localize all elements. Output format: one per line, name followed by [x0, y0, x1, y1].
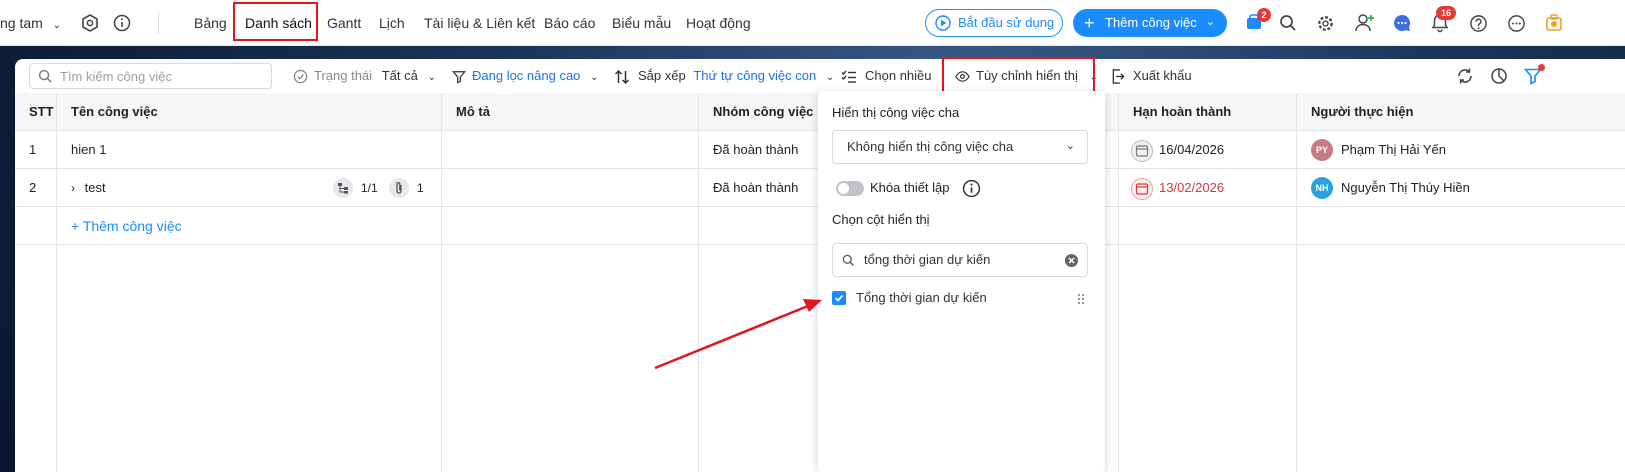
annotation-arrow: [654, 299, 822, 370]
